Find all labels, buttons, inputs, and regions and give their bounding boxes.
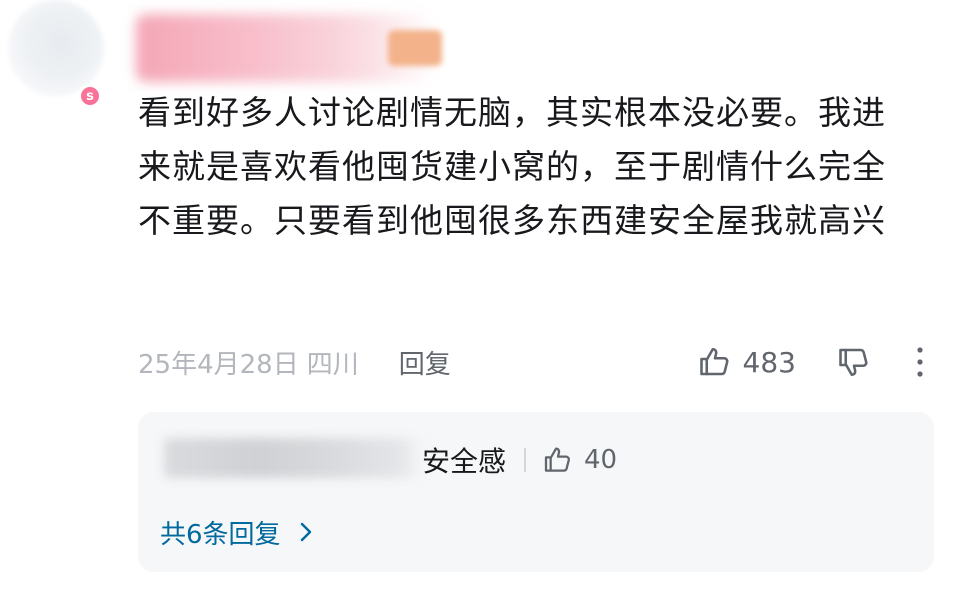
comment-card: s 5 看到好多人讨论剧情无脑，其实根本没必要。我进来就是喜欢看他囤货建小窝的，…: [0, 0, 960, 599]
avatar-badge-label: s: [86, 88, 94, 104]
dislike-button[interactable]: [836, 344, 872, 380]
like-count: 483: [742, 345, 796, 379]
view-all-replies-link[interactable]: 共6条回复: [160, 512, 313, 552]
reply-like-count: 40: [584, 445, 618, 475]
thumbs-down-icon: [839, 348, 868, 377]
reply-like-button[interactable]: 40: [542, 444, 617, 476]
thumbs-up-icon: [699, 347, 729, 376]
comment-meta: 25年4月28日 四川 回复: [138, 342, 451, 382]
reply-count-label: 共6条回复: [160, 519, 281, 550]
avatar-badge: s: [78, 84, 102, 108]
reply-text: 安全感: [422, 445, 507, 478]
comment-date: 25年4月28日: [138, 349, 299, 380]
reply-content: 安全感 40: [422, 440, 617, 480]
more-button[interactable]: [914, 345, 926, 379]
more-vertical-icon: [917, 347, 923, 377]
level-badge: 5: [388, 30, 442, 66]
like-button[interactable]: 483: [697, 344, 796, 380]
divider: [524, 448, 527, 472]
reply-button[interactable]: 回复: [399, 344, 451, 381]
comment-text: 看到好多人讨论剧情无脑，其实根本没必要。我进来就是喜欢看他囤货建小窝的，至于剧情…: [138, 93, 886, 240]
comment-location: 四川: [306, 349, 359, 380]
thumbs-up-icon: [544, 447, 571, 472]
comment-actions: 483: [697, 342, 926, 382]
avatar[interactable]: [8, 0, 104, 96]
chevron-right-icon: [300, 522, 311, 542]
reply-username[interactable]: [164, 438, 424, 478]
reply-preview[interactable]: 安全感 40 共6条回复: [138, 412, 934, 572]
